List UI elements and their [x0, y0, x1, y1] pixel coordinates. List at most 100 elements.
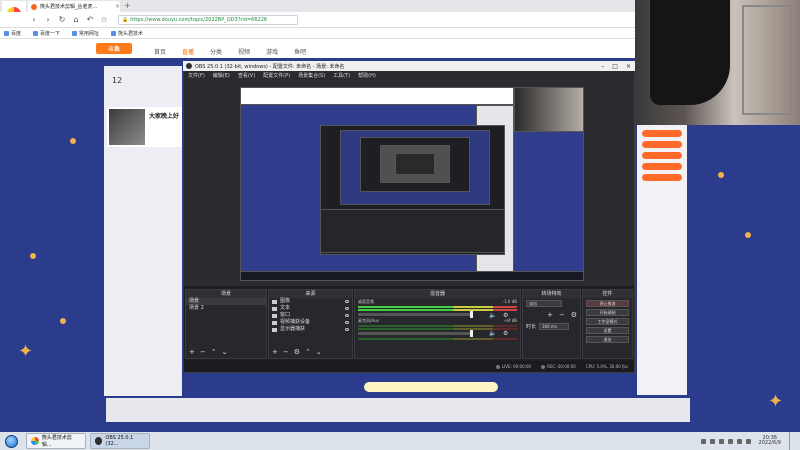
- reload-icon[interactable]: ↻: [58, 15, 66, 24]
- windows-taskbar: 熊头君技术剪辑... OBS 25.0.1 (32... 20:36 2022/…: [0, 432, 800, 450]
- maximize-icon[interactable]: □: [612, 63, 618, 70]
- nav-video[interactable]: 视频: [238, 47, 250, 56]
- bookmark-item[interactable]: 百度: [4, 30, 21, 37]
- network-icon[interactable]: [700, 438, 706, 444]
- rail-button[interactable]: [642, 141, 682, 148]
- scene-item[interactable]: 场景: [186, 298, 266, 305]
- tray-app-icon[interactable]: [745, 438, 751, 444]
- clock[interactable]: 20:36 2022/6/9: [759, 436, 781, 446]
- streamer-thumbnail[interactable]: [109, 109, 145, 145]
- sources-dock-title: 来源: [269, 290, 352, 298]
- new-tab-button[interactable]: +: [124, 2, 131, 10]
- duration-input[interactable]: 300 ms: [539, 323, 570, 330]
- add-icon[interactable]: +: [189, 349, 195, 356]
- obs-window-title: OBS 25.0.1 (32-bit, windows) - 配置文件: 未命名…: [195, 63, 345, 70]
- visibility-icon[interactable]: [345, 307, 349, 310]
- rail-button[interactable]: [642, 130, 682, 137]
- stop-streaming-button[interactable]: 停止推流: [586, 300, 629, 307]
- volume-meter: [358, 338, 517, 340]
- recursive-capture-4: [395, 153, 435, 175]
- visibility-icon[interactable]: [345, 321, 349, 324]
- security-icon[interactable]: [727, 438, 733, 444]
- taskbar-item-browser[interactable]: 熊头君技术剪辑...: [26, 433, 86, 449]
- tray-app-icon[interactable]: [736, 438, 742, 444]
- obs-menubar: 文件(F) 编辑(E) 查看(V) 配置文件(P) 场景集合(S) 工具(T) …: [184, 71, 634, 80]
- visibility-icon[interactable]: [345, 314, 349, 317]
- forward-icon[interactable]: ›: [44, 15, 52, 24]
- rail-button[interactable]: [642, 163, 682, 170]
- start-button[interactable]: [0, 432, 22, 450]
- favorite-icon[interactable]: ☆: [100, 15, 108, 24]
- source-item[interactable]: 视频捕获设备: [269, 319, 352, 326]
- bookmark-item[interactable]: 百度一下: [33, 30, 60, 37]
- volume-slider[interactable]: [358, 330, 473, 337]
- rail-button[interactable]: [642, 174, 682, 181]
- gear-icon[interactable]: ⚙: [294, 349, 300, 356]
- address-bar[interactable]: 🔒 https://www.douyu.com/topic/2022BP_QD3…: [118, 14, 298, 25]
- speaker-icon[interactable]: 🔈: [489, 312, 496, 319]
- nav-home[interactable]: 首页: [154, 47, 166, 56]
- add-icon[interactable]: +: [272, 349, 278, 356]
- move-up-icon[interactable]: ⌃: [211, 349, 217, 356]
- move-down-icon[interactable]: ⌄: [316, 349, 322, 356]
- obs-titlebar[interactable]: OBS 25.0.1 (32-bit, windows) - 配置文件: 未命名…: [183, 61, 635, 71]
- menu-tools[interactable]: 工具(T): [333, 72, 350, 79]
- rail-button[interactable]: [642, 152, 682, 159]
- bookmark-item[interactable]: 熊头君技术: [111, 30, 143, 37]
- source-item[interactable]: 显示器捕获: [269, 326, 352, 333]
- move-down-icon[interactable]: ⌄: [222, 349, 228, 356]
- image-icon: [272, 299, 277, 304]
- volume-slider-handle[interactable]: [470, 330, 473, 337]
- volume-slider[interactable]: [358, 311, 473, 318]
- menu-profile[interactable]: 配置文件(P): [263, 72, 290, 79]
- gear-icon[interactable]: ⚙: [503, 330, 508, 337]
- studio-mode-button[interactable]: 工作室模式: [586, 318, 629, 325]
- cpu-status: CPU: 5.0%, 30.00 fps: [585, 363, 628, 369]
- exit-button[interactable]: 退出: [586, 336, 629, 343]
- nav-live[interactable]: 直播: [182, 47, 194, 56]
- browser-toolbar: ‹ › ↻ ⌂ ↶ ☆ 🔒 https://www.douyu.com/topi…: [0, 12, 635, 28]
- menu-help[interactable]: 帮助(H): [358, 72, 376, 79]
- source-item[interactable]: 窗口: [269, 312, 352, 319]
- volume-slider-handle[interactable]: [470, 311, 473, 318]
- visibility-icon[interactable]: [345, 328, 349, 331]
- browser-tab-active[interactable]: 熊头君技术剪辑_丛老虎... ×: [28, 1, 120, 12]
- settings-button[interactable]: 设置: [586, 327, 629, 334]
- menu-edit[interactable]: 编辑(E): [213, 72, 230, 79]
- duration-label: 时长: [526, 324, 537, 330]
- move-up-icon[interactable]: ⌃: [305, 349, 311, 356]
- nav-game[interactable]: 游戏: [266, 47, 278, 56]
- visibility-icon[interactable]: [345, 300, 349, 303]
- bookmark-item[interactable]: 常用网址: [72, 30, 99, 37]
- site-logo[interactable]: 斗鱼: [96, 43, 132, 54]
- menu-scene-collection[interactable]: 场景集合(S): [298, 72, 325, 79]
- add-icon[interactable]: +: [547, 311, 553, 319]
- close-icon[interactable]: ×: [626, 63, 631, 70]
- back-icon[interactable]: ‹: [30, 15, 38, 24]
- remove-icon[interactable]: −: [283, 349, 289, 356]
- taskbar-item-obs[interactable]: OBS 25.0.1 (32...: [90, 433, 150, 449]
- minimize-icon[interactable]: –: [601, 63, 604, 70]
- undo-icon[interactable]: ↶: [86, 15, 94, 24]
- gear-icon[interactable]: ⚙: [571, 311, 577, 319]
- menu-file[interactable]: 文件(F): [188, 72, 205, 79]
- home-icon[interactable]: ⌂: [72, 15, 80, 24]
- gear-icon[interactable]: ⚙: [503, 312, 508, 319]
- start-recording-button[interactable]: 开始录制: [586, 309, 629, 316]
- remove-icon[interactable]: −: [559, 311, 565, 319]
- obs-preview-canvas[interactable]: [240, 87, 584, 281]
- tab-close-icon[interactable]: ×: [115, 3, 120, 10]
- nav-fishbar[interactable]: 鱼吧: [294, 47, 306, 56]
- scene-item[interactable]: 场景 2: [186, 305, 266, 312]
- nav-category[interactable]: 分类: [210, 47, 222, 56]
- input-method-icon[interactable]: [718, 438, 724, 444]
- source-item[interactable]: 文本: [269, 305, 352, 312]
- source-item[interactable]: 图像: [269, 298, 352, 305]
- menu-view[interactable]: 查看(V): [238, 72, 255, 79]
- volume-icon[interactable]: [709, 438, 715, 444]
- system-tray: 20:36 2022/6/9: [700, 432, 800, 450]
- transition-select[interactable]: 淡出: [526, 300, 562, 307]
- speaker-icon[interactable]: 🔈: [489, 330, 496, 337]
- remove-icon[interactable]: −: [200, 349, 206, 356]
- show-desktop-button[interactable]: [789, 432, 794, 450]
